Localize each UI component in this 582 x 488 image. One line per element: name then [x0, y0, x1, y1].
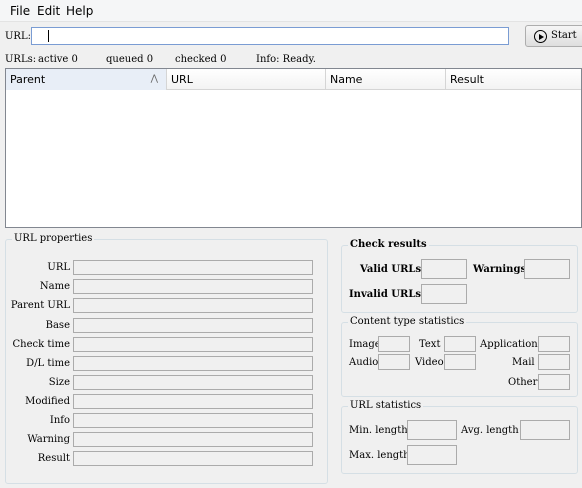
warnings-field[interactable]	[524, 259, 570, 279]
column-label-url: URL	[171, 73, 193, 86]
start-button[interactable]: Start	[525, 25, 582, 47]
valid-urls-field[interactable]	[421, 259, 467, 279]
min-length-field[interactable]	[407, 420, 457, 440]
prop-field-base[interactable]	[73, 318, 313, 333]
url-properties-group: URL properties URL Name Parent URL Base …	[5, 233, 328, 484]
other-count-field[interactable]	[538, 374, 570, 390]
column-header-name[interactable]: Name	[326, 69, 446, 90]
max-length-field[interactable]	[407, 445, 457, 465]
prop-field-name[interactable]	[73, 279, 313, 294]
mail-label: Mail	[512, 357, 535, 368]
prop-label-modified: Modified	[25, 396, 70, 407]
status-queued: queued 0	[106, 54, 154, 65]
valid-urls-label: Valid URLs	[360, 264, 422, 275]
status-active: active 0	[38, 54, 78, 65]
min-length-label: Min. length	[349, 425, 408, 436]
max-length-label: Max. length	[349, 450, 410, 461]
text-label: Text	[419, 339, 441, 350]
url-results-table[interactable]: Parent ⋀ URL Name Result	[5, 68, 582, 228]
content-type-stats-title: Content type statistics	[348, 316, 467, 327]
column-label-parent: Parent	[10, 73, 46, 86]
prop-label-warning: Warning	[27, 434, 70, 445]
prop-label-info: Info	[49, 415, 70, 426]
prop-field-warning[interactable]	[73, 432, 313, 447]
sort-ascending-icon: ⋀	[150, 74, 158, 84]
application-count-field[interactable]	[538, 336, 570, 352]
image-label: Image	[349, 339, 381, 350]
video-count-field[interactable]	[444, 354, 476, 370]
prop-field-check-time[interactable]	[73, 337, 313, 352]
audio-count-field[interactable]	[378, 354, 410, 370]
menu-file[interactable]: File	[10, 4, 30, 18]
prop-label-url: URL	[47, 262, 70, 273]
url-properties-title: URL properties	[12, 233, 95, 244]
prop-label-result: Result	[37, 453, 70, 464]
invalid-urls-label: Invalid URLs	[349, 289, 422, 300]
invalid-urls-field[interactable]	[421, 284, 467, 304]
audio-label: Audio	[349, 357, 379, 368]
menu-help[interactable]: Help	[66, 4, 93, 18]
column-label-result: Result	[450, 73, 484, 86]
text-count-field[interactable]	[444, 336, 476, 352]
prop-field-size[interactable]	[73, 375, 313, 390]
application-label: Application	[480, 339, 538, 350]
url-statistics-title: URL statistics	[348, 400, 424, 411]
warnings-label: Warnings	[473, 264, 527, 275]
status-info: Info: Ready.	[256, 54, 316, 65]
url-label: URL:	[5, 31, 31, 42]
prop-label-dl-time: D/L time	[26, 358, 70, 369]
prop-field-modified[interactable]	[73, 394, 313, 409]
prop-field-parent-url[interactable]	[73, 298, 313, 313]
avg-length-label: Avg. length	[461, 425, 519, 436]
check-results-group: Check results Valid URLs Warnings Invali…	[341, 239, 578, 313]
prop-field-dl-time[interactable]	[73, 356, 313, 371]
table-header: Parent ⋀ URL Name Result	[6, 69, 581, 90]
check-results-title: Check results	[348, 239, 429, 250]
url-input[interactable]	[31, 27, 509, 45]
prop-label-name: Name	[39, 281, 70, 292]
play-icon	[534, 30, 547, 43]
avg-length-field[interactable]	[520, 420, 570, 440]
column-header-result[interactable]: Result	[446, 69, 582, 90]
column-label-name: Name	[330, 73, 363, 86]
prop-label-parent-url: Parent URL	[10, 300, 70, 311]
start-button-label: Start	[551, 30, 577, 41]
urls-label: URLs:	[5, 54, 37, 65]
text-caret	[48, 30, 49, 42]
status-checked: checked 0	[175, 54, 227, 65]
prop-label-base: Base	[45, 320, 70, 331]
mail-count-field[interactable]	[538, 354, 570, 370]
image-count-field[interactable]	[378, 336, 410, 352]
menu-bar: File Edit Help	[0, 0, 582, 22]
video-label: Video	[415, 357, 444, 368]
prop-field-url[interactable]	[73, 260, 313, 275]
column-header-url[interactable]: URL	[167, 69, 326, 90]
prop-label-check-time: Check time	[12, 339, 70, 350]
prop-field-info[interactable]	[73, 413, 313, 428]
column-header-parent[interactable]: Parent ⋀	[6, 69, 167, 90]
url-statistics-group: URL statistics Min. length Avg. length M…	[341, 400, 578, 474]
prop-field-result[interactable]	[73, 451, 313, 466]
prop-label-size: Size	[48, 377, 70, 388]
menu-edit[interactable]: Edit	[37, 4, 60, 18]
content-type-stats-group: Content type statistics Image Text Appli…	[341, 316, 578, 397]
other-label: Other	[508, 377, 538, 388]
